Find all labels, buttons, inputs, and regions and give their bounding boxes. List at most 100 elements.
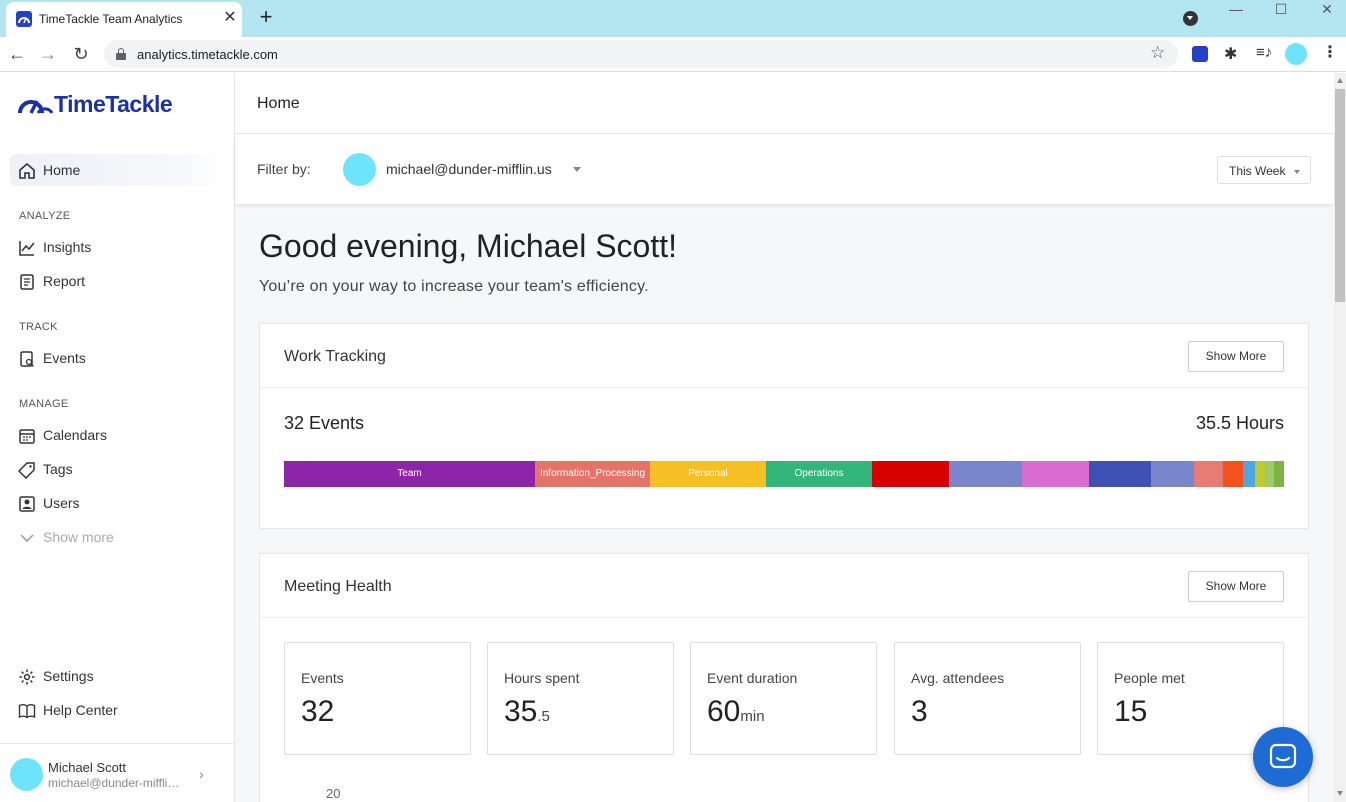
sidebar-item-users[interactable]: Users [10,487,226,519]
tab-search-icon[interactable] [1183,11,1198,26]
sidebar-item-help-center[interactable]: Help Center [10,694,226,726]
tag-segment[interactable] [1243,461,1255,487]
tag-segment[interactable] [1194,461,1223,487]
browser-tab[interactable]: TimeTackle Team Analytics ✕ [6,2,242,37]
caret-down-icon [1294,170,1300,174]
tag-distribution-bar: Team Information_Processing Personal Operat… [284,461,1284,487]
card-title: Work Tracking [284,348,386,365]
timetackle-extension-icon[interactable] [1192,46,1208,62]
app-sidebar: TimeTackle Home ANALYZE Insights Report … [0,73,235,802]
browser-toolbar: ← → ↻ analytics.timetackle.com ☆ ✱ ≡♪ ⋮ [0,37,1346,72]
book-icon [18,704,36,719]
tag-segment[interactable] [1089,461,1151,487]
show-more-button[interactable]: Show More [1188,341,1284,372]
tag-segment[interactable] [949,461,1022,487]
lock-icon[interactable] [116,48,126,60]
main-header: Home [235,73,1334,134]
card-header: Meeting Health Show More [260,554,1308,618]
address-bar[interactable]: analytics.timetackle.com ☆ [104,40,1178,68]
stat-value: 3 [911,695,928,728]
caret-down-icon[interactable] [573,167,581,172]
tag-segment[interactable] [872,461,949,487]
browser-tab-strip: TimeTackle Team Analytics ✕ + — ☐ ✕ [0,0,1346,37]
section-heading-track: TRACK [19,321,58,333]
page-scrollbar[interactable] [1334,73,1346,802]
sidebar-item-tags[interactable]: Tags [10,453,226,485]
reload-button[interactable]: ↻ [70,43,92,65]
tag-segment[interactable]: Personal [650,461,766,487]
chevron-down-icon [20,534,34,543]
chat-launcher-button[interactable] [1253,727,1313,787]
tag-segment[interactable]: Operations [766,461,872,487]
timetackle-logo-icon [18,100,54,114]
sidebar-item-label: Settings [43,668,94,684]
sidebar-item-label: Events [43,350,86,366]
tag-segment[interactable]: Team [284,461,535,487]
sidebar-item-settings[interactable]: Settings [10,660,226,692]
sidebar-item-report[interactable]: Report [10,265,226,297]
main-content: Good evening, Michael Scott! You’re on y… [235,204,1334,802]
show-more-button[interactable]: Show More [1188,571,1284,602]
window-close-button[interactable]: ✕ [1304,0,1346,30]
user-email: michael@dunder-mifflin.us [48,776,184,790]
section-heading-analyze: ANALYZE [19,210,71,222]
tag-segment[interactable]: Information_Processing [535,461,650,487]
sidebar-item-events[interactable]: Events [10,342,226,374]
work-tracking-card: Work Tracking Show More 32 Events 35.5 H… [259,323,1309,529]
tag-segment[interactable] [1274,461,1284,487]
extensions-puzzle-icon[interactable]: ✱ [1224,44,1237,64]
browser-menu-icon[interactable]: ⋮ [1322,42,1338,62]
sidebar-item-home[interactable]: Home [10,154,226,186]
back-button[interactable]: ← [6,43,28,65]
scroll-down-arrow-icon[interactable] [1337,791,1343,796]
avatar[interactable] [343,153,376,186]
sidebar-show-more[interactable]: Show more [10,521,226,553]
period-select-label: This Week [1229,164,1286,178]
sidebar-item-label: Insights [43,239,92,255]
scroll-up-arrow-icon[interactable] [1337,78,1343,83]
media-control-icon[interactable]: ≡♪ [1256,44,1272,61]
page-title: Home [257,95,300,112]
stat-value: 32 [301,695,335,728]
sidebar-item-label: Calendars [43,427,107,443]
window-minimize-button[interactable]: — [1213,0,1259,30]
bookmark-star-icon[interactable]: ☆ [1150,43,1165,63]
browser-profile-avatar[interactable] [1285,43,1307,65]
window-maximize-button[interactable]: ☐ [1258,0,1304,30]
sidebar-item-label: Home [43,162,81,178]
stat-avg-attendees: Avg. attendees 3 [894,642,1081,755]
url-text[interactable]: analytics.timetackle.com [137,47,278,62]
insights-chart-icon [19,241,35,256]
stat-label: Avg. attendees [911,670,1005,686]
stat-value: 15 [1114,695,1148,728]
tag-segment[interactable] [1151,461,1194,487]
timetackle-favicon-icon [16,11,32,27]
meeting-health-card: Meeting Health Show More Events 32 Hours… [259,553,1309,802]
new-tab-button[interactable]: + [255,6,277,28]
scrollbar-thumb[interactable] [1335,89,1345,302]
sidebar-item-label: Report [43,273,86,289]
tab-close-icon[interactable]: ✕ [220,8,240,28]
stat-value: 60min [707,695,765,728]
greeting-subtitle: You’re on your way to increase your team… [259,278,649,295]
sidebar-item-label: Show more [43,529,114,545]
tag-segment[interactable] [1255,461,1265,487]
sidebar-item-label: Tags [43,461,73,477]
sidebar-item-calendars[interactable]: Calendars [10,419,226,451]
tag-segment[interactable] [1022,461,1089,487]
period-select[interactable]: This Week [1217,156,1311,184]
home-icon [19,162,35,179]
sidebar-user-profile[interactable]: Michael Scott michael@dunder-mifflin.us … [0,743,234,802]
stat-value: 35.5 [504,695,550,728]
stat-event-duration: Event duration 60min [690,642,877,755]
tag-segment[interactable] [1265,461,1274,487]
sidebar-item-insights[interactable]: Insights [10,231,226,263]
chat-icon [1269,743,1297,769]
calendar-icon [19,429,35,444]
hours-count: 35.5 Hours [1195,413,1284,433]
chevron-right-icon: › [199,766,204,782]
stat-hours-spent: Hours spent 35.5 [487,642,674,755]
tag-segment[interactable] [1223,461,1243,487]
user-filter-dropdown[interactable]: michael@dunder-mifflin.us [386,161,552,177]
forward-button[interactable]: → [37,43,59,65]
